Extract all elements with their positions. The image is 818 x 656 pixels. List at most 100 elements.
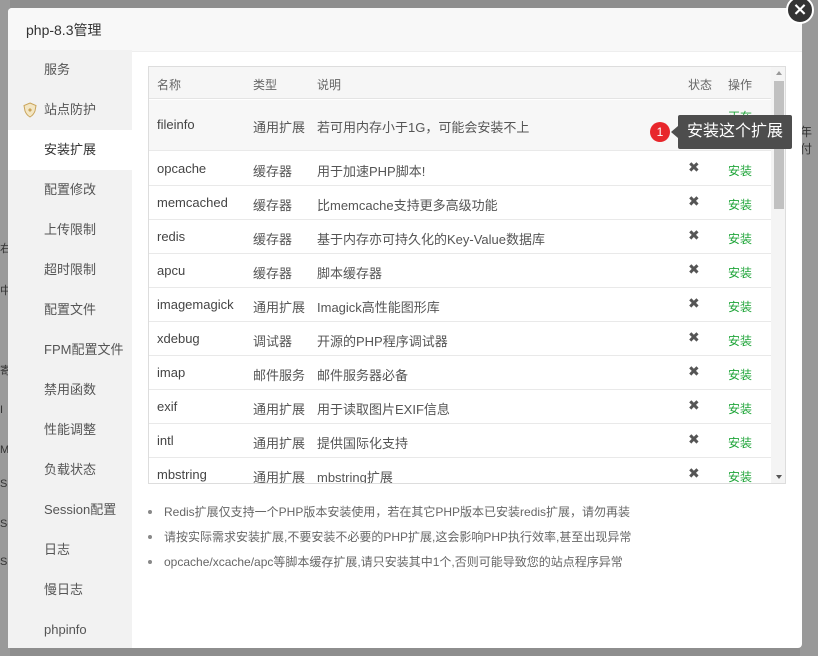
sidebar-item-slow-log[interactable]: 慢日志 — [8, 570, 132, 610]
ext-desc: 脚本缓存器 — [317, 266, 383, 281]
sidebar-item-label: 配置修改 — [44, 182, 97, 197]
column-header-desc: 说明 — [317, 78, 342, 92]
tooltip-arrow — [671, 126, 678, 138]
install-link[interactable]: 安装 — [728, 298, 752, 315]
bg-fragment: S — [0, 556, 8, 568]
ext-desc: mbstring扩展 — [317, 470, 393, 484]
sidebar-item-label: 负载状态 — [44, 462, 97, 477]
table-row: redis 缓存器 基于内存亦可持久化的Key-Value数据库 ✖ 安装 — [149, 220, 771, 254]
ext-desc: Imagick高性能图形库 — [317, 300, 440, 315]
install-link[interactable]: 安装 — [728, 468, 752, 483]
ext-desc: 邮件服务器必备 — [317, 368, 409, 383]
ext-type: 缓存器 — [253, 232, 293, 247]
table-row: xdebug 调试器 开源的PHP程序调试器 ✖ 安装 — [149, 322, 771, 356]
sidebar-item-label: 服务 — [44, 62, 71, 77]
column-header-op: 操作 — [728, 78, 753, 92]
sidebar-item-session-config[interactable]: Session配置 — [8, 490, 132, 530]
ext-type: 通用扩展 — [253, 120, 306, 135]
status-cross-icon: ✖ — [688, 194, 700, 210]
sidebar-item-performance[interactable]: 性能调整 — [8, 410, 132, 450]
table-row: mbstring 通用扩展 mbstring扩展 ✖ 安装 — [149, 458, 771, 484]
ext-name: redis — [157, 229, 186, 244]
sidebar-item-fpm-config[interactable]: FPM配置文件 — [8, 330, 132, 370]
status-cross-icon: ✖ — [688, 296, 700, 312]
sidebar-item-label: 安装扩展 — [44, 142, 97, 157]
tip-item: 请按实际需求安装扩展,不要安装不必要的PHP扩展,这会影响PHP执行效率,甚至出… — [148, 527, 778, 552]
install-link[interactable]: 安装 — [728, 332, 752, 349]
ext-desc: 基于内存亦可持久化的Key-Value数据库 — [317, 232, 546, 247]
sidebar-item-label: 配置文件 — [44, 302, 97, 317]
ext-desc: 用于加速PHP脚本! — [317, 164, 426, 179]
ext-desc: 用于读取图片EXIF信息 — [317, 402, 450, 417]
table-row: opcache 缓存器 用于加速PHP脚本! ✖ 安装 — [149, 152, 771, 186]
sidebar: 服务 站点防护 安装扩展 配置修改 上传限制 超时限制 配置文件 FPM配置文件… — [8, 50, 132, 648]
ext-type: 缓存器 — [253, 198, 293, 213]
sidebar-item-site-protection[interactable]: 站点防护 — [8, 90, 132, 130]
sidebar-item-upload-limit[interactable]: 上传限制 — [8, 210, 132, 250]
sidebar-item-label: FPM配置文件 — [44, 342, 124, 357]
sidebar-item-label: 禁用函数 — [44, 382, 97, 397]
scroll-up-arrow-icon[interactable] — [776, 71, 782, 75]
sidebar-item-label: phpinfo — [44, 622, 87, 637]
background-right-strip — [800, 0, 818, 656]
install-link[interactable]: 安装 — [728, 230, 752, 247]
sidebar-item-log[interactable]: 日志 — [8, 530, 132, 570]
install-tooltip: 安装这个扩展 — [678, 115, 792, 149]
ext-type: 调试器 — [253, 334, 293, 349]
ext-name: fileinfo — [157, 117, 195, 132]
bg-fragment: S — [0, 478, 8, 490]
sidebar-item-label: 慢日志 — [44, 582, 84, 597]
tips-list: Redis扩展仅支持一个PHP版本安装使用，若在其它PHP版本已安装redis扩… — [148, 502, 778, 577]
install-link[interactable]: 安装 — [728, 366, 752, 383]
status-cross-icon: ✖ — [688, 364, 700, 380]
table-row: memcached 缓存器 比memcache支持更多高级功能 ✖ 安装 — [149, 186, 771, 220]
bg-fragment: I — [0, 404, 4, 416]
sidebar-item-label: 站点防护 — [44, 102, 97, 117]
ext-desc: 比memcache支持更多高级功能 — [317, 198, 498, 213]
sidebar-item-config-file[interactable]: 配置文件 — [8, 290, 132, 330]
sidebar-item-phpinfo[interactable]: phpinfo — [8, 610, 132, 650]
scroll-down-arrow-icon[interactable] — [776, 475, 782, 479]
status-cross-icon: ✖ — [688, 160, 700, 176]
status-cross-icon: ✖ — [688, 262, 700, 278]
dialog-title: php-8.3管理 — [8, 8, 802, 52]
ext-type: 缓存器 — [253, 164, 293, 179]
ext-desc: 提供国际化支持 — [317, 436, 409, 451]
table-row: apcu 缓存器 脚本缓存器 ✖ 安装 — [149, 254, 771, 288]
ext-type: 缓存器 — [253, 266, 293, 281]
install-link[interactable]: 安装 — [728, 434, 752, 451]
bg-fragment-right: 年付 — [800, 125, 813, 156]
install-link[interactable]: 安装 — [728, 196, 752, 213]
column-header-type: 类型 — [253, 78, 278, 92]
install-link[interactable]: 安装 — [728, 162, 752, 179]
ext-type: 通用扩展 — [253, 470, 306, 484]
ext-name: imap — [157, 365, 186, 380]
shield-icon — [23, 102, 37, 118]
table-header: 名称 类型 说明 状态 操作 — [149, 67, 771, 99]
sidebar-item-disabled-functions[interactable]: 禁用函数 — [8, 370, 132, 410]
table-row: intl 通用扩展 提供国际化支持 ✖ 安装 — [149, 424, 771, 458]
sidebar-item-label: 日志 — [44, 542, 71, 557]
column-header-name: 名称 — [157, 78, 182, 92]
ext-type: 通用扩展 — [253, 300, 306, 315]
sidebar-item-service[interactable]: 服务 — [8, 50, 132, 90]
ext-type: 邮件服务 — [253, 368, 306, 383]
status-cross-icon: ✖ — [688, 398, 700, 414]
ext-name: xdebug — [157, 331, 200, 346]
status-cross-icon: ✖ — [688, 330, 700, 346]
sidebar-item-load-status[interactable]: 负载状态 — [8, 450, 132, 490]
status-cross-icon: ✖ — [688, 228, 700, 244]
step-number-badge: 1 — [650, 122, 670, 142]
sidebar-item-config-edit[interactable]: 配置修改 — [8, 170, 132, 210]
table-row: imagemagick 通用扩展 Imagick高性能图形库 ✖ 安装 — [149, 288, 771, 322]
tip-item: opcache/xcache/apc等脚本缓存扩展,请只安装其中1个,否则可能导… — [148, 552, 778, 577]
ext-name: opcache — [157, 161, 207, 176]
install-link[interactable]: 安装 — [728, 264, 752, 281]
sidebar-item-timeout-limit[interactable]: 超时限制 — [8, 250, 132, 290]
status-cross-icon: ✖ — [688, 466, 700, 482]
ext-name: intl — [157, 433, 174, 448]
column-header-status: 状态 — [688, 78, 713, 92]
ext-type: 通用扩展 — [253, 436, 306, 451]
sidebar-item-install-extensions[interactable]: 安装扩展 — [8, 130, 132, 170]
install-link[interactable]: 安装 — [728, 400, 752, 417]
